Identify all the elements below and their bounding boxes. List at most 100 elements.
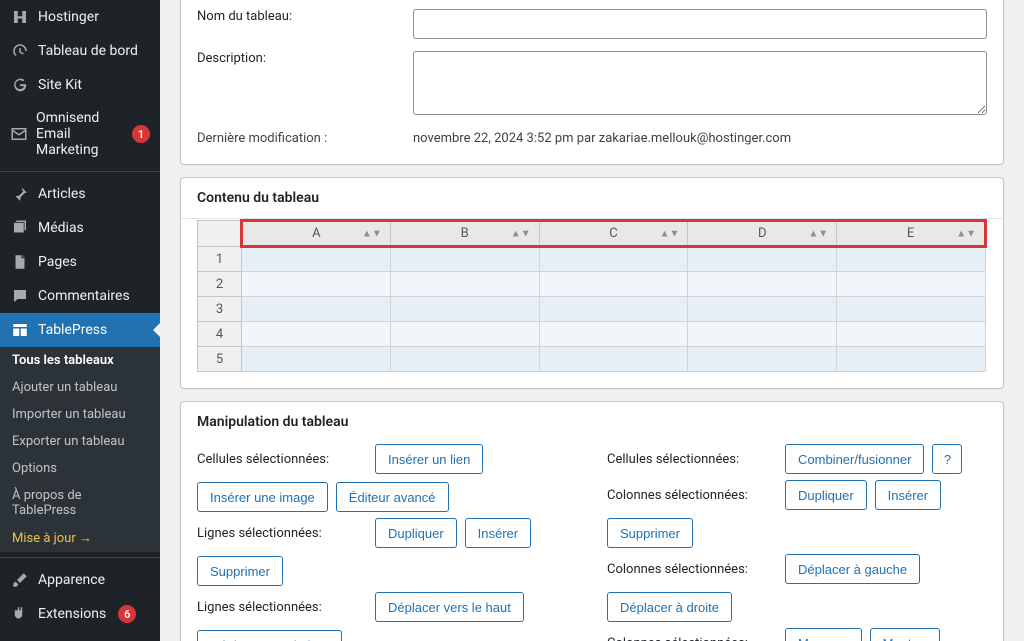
cell-a3[interactable]	[242, 297, 391, 322]
submenu-options[interactable]: Options	[0, 455, 160, 482]
sidebar-item-appearance[interactable]: Apparence	[0, 563, 160, 597]
sidebar-item-sitekit[interactable]: Site Kit	[0, 68, 160, 102]
cell-c3[interactable]	[539, 297, 688, 322]
combine-merge-button[interactable]: Combiner/fusionner	[785, 444, 924, 474]
sidebar-item-plugins[interactable]: Extensions 6	[0, 597, 160, 631]
selected-columns-label: Colonnes sélectionnées:	[607, 636, 777, 641]
cell-e3[interactable]	[837, 297, 986, 322]
submenu-all-tables[interactable]: Tous les tableaux	[0, 347, 160, 374]
cell-a4[interactable]	[242, 322, 391, 347]
submenu-import-table[interactable]: Importer un tableau	[0, 401, 160, 428]
table-content-panel: Contenu du tableau A▲▼B▲▼C▲▼D▲▼E▲▼ 12345	[180, 177, 1004, 389]
sidebar-item-label: Pages	[38, 254, 77, 270]
column-header-b[interactable]: B▲▼	[390, 221, 539, 247]
sidebar-item-pages[interactable]: Pages	[0, 245, 160, 279]
row-header-2[interactable]: 2	[198, 272, 242, 297]
submenu-add-table[interactable]: Ajouter un tableau	[0, 374, 160, 401]
column-header-d[interactable]: D▲▼	[688, 221, 837, 247]
row-header-5[interactable]: 5	[198, 347, 242, 372]
column-header-a[interactable]: A▲▼	[242, 221, 391, 247]
sidebar-item-label: TablePress	[38, 322, 107, 338]
submenu-about[interactable]: À propos de TablePress	[0, 482, 160, 524]
last-modified-label: Dernière modification :	[197, 131, 397, 146]
submenu-export-table[interactable]: Exporter un tableau	[0, 428, 160, 455]
delete-rows-button[interactable]: Supprimer	[197, 556, 283, 586]
cell-c1[interactable]	[539, 247, 688, 272]
cell-b5[interactable]	[390, 347, 539, 372]
insert-link-button[interactable]: Insérer un lien	[375, 444, 483, 474]
sidebar-item-label: Médias	[38, 220, 84, 236]
table-manipulation-heading: Manipulation du tableau	[181, 402, 1003, 438]
duplicate-columns-button[interactable]: Dupliquer	[785, 480, 867, 510]
cell-e1[interactable]	[837, 247, 986, 272]
sidebar-item-posts[interactable]: Articles	[0, 177, 160, 211]
row-manipulation-column: Cellules sélectionnées: Insérer un lien …	[197, 438, 577, 641]
hostinger-icon	[10, 8, 30, 26]
plugin-icon	[10, 605, 30, 623]
sidebar-item-tablepress[interactable]: TablePress	[0, 313, 160, 347]
table-description-input[interactable]	[413, 51, 987, 115]
cell-b2[interactable]	[390, 272, 539, 297]
sidebar-submenu: Tous les tableaux Ajouter un tableau Imp…	[0, 347, 160, 552]
column-header-e[interactable]: E▲▼	[837, 221, 986, 247]
insert-rows-button[interactable]: Insérer	[465, 518, 531, 548]
spreadsheet[interactable]: A▲▼B▲▼C▲▼D▲▼E▲▼ 12345	[197, 219, 987, 372]
sidebar-item-comments[interactable]: Commentaires	[0, 279, 160, 313]
sort-icon: ▲▼	[660, 228, 680, 239]
sidebar-item-dashboard[interactable]: Tableau de bord	[0, 34, 160, 68]
table-icon	[10, 321, 30, 339]
cell-e4[interactable]	[837, 322, 986, 347]
combine-help-button[interactable]: ?	[932, 444, 962, 474]
sidebar-item-omnisend[interactable]: Omnisend Email Marketing 1	[0, 102, 160, 166]
comment-icon	[10, 287, 30, 305]
sidebar-item-hostinger[interactable]: Hostinger	[0, 0, 160, 34]
row-header-1[interactable]: 1	[198, 247, 242, 272]
move-columns-right-button[interactable]: Déplacer à droite	[607, 592, 732, 622]
selected-columns-label: Colonnes sélectionnées:	[607, 562, 777, 577]
move-rows-down-button[interactable]: Déplacer vers le bas	[197, 630, 342, 641]
row-header-4[interactable]: 4	[198, 322, 242, 347]
cell-a1[interactable]	[242, 247, 391, 272]
table-name-input[interactable]	[413, 9, 987, 39]
cell-b3[interactable]	[390, 297, 539, 322]
cell-c4[interactable]	[539, 322, 688, 347]
insert-image-button[interactable]: Insérer une image	[197, 482, 328, 512]
column-header-label: D	[758, 226, 767, 241]
cell-c5[interactable]	[539, 347, 688, 372]
cell-e5[interactable]	[837, 347, 986, 372]
sort-icon: ▲▼	[956, 228, 976, 239]
row-header-3[interactable]: 3	[198, 297, 242, 322]
show-columns-button[interactable]: Montrer	[870, 628, 941, 641]
column-header-c[interactable]: C▲▼	[539, 221, 688, 247]
cell-a5[interactable]	[242, 347, 391, 372]
main-content: Nom du tableau: Description: Dernière mo…	[160, 0, 1024, 641]
dashboard-icon	[10, 42, 30, 60]
cell-e2[interactable]	[837, 272, 986, 297]
spreadsheet-corner[interactable]	[198, 221, 242, 247]
cell-d2[interactable]	[688, 272, 837, 297]
cell-c2[interactable]	[539, 272, 688, 297]
selected-columns-label: Colonnes sélectionnées:	[607, 488, 777, 503]
move-rows-up-button[interactable]: Déplacer vers le haut	[375, 592, 524, 622]
sidebar-item-media[interactable]: Médias	[0, 211, 160, 245]
cell-b1[interactable]	[390, 247, 539, 272]
cell-d5[interactable]	[688, 347, 837, 372]
hide-columns-button[interactable]: Masquer	[785, 628, 862, 641]
column-manipulation-column: Cellules sélectionnées: Combiner/fusionn…	[607, 438, 987, 641]
cell-d3[interactable]	[688, 297, 837, 322]
cell-a2[interactable]	[242, 272, 391, 297]
submenu-update[interactable]: Mise à jour →	[0, 524, 160, 552]
sidebar-item-users[interactable]: Comptes	[0, 631, 160, 641]
delete-columns-button[interactable]: Supprimer	[607, 518, 693, 548]
sidebar-item-label: Site Kit	[38, 77, 82, 93]
cell-b4[interactable]	[390, 322, 539, 347]
duplicate-rows-button[interactable]: Dupliquer	[375, 518, 457, 548]
selected-rows-label: Lignes sélectionnées:	[197, 600, 367, 615]
insert-columns-button[interactable]: Insérer	[875, 480, 941, 510]
sidebar-item-label: Extensions	[38, 606, 106, 622]
move-columns-left-button[interactable]: Déplacer à gauche	[785, 554, 920, 584]
cell-d4[interactable]	[688, 322, 837, 347]
sidebar-item-label: Omnisend Email Marketing	[36, 110, 120, 158]
cell-d1[interactable]	[688, 247, 837, 272]
advanced-editor-button[interactable]: Éditeur avancé	[336, 482, 449, 512]
